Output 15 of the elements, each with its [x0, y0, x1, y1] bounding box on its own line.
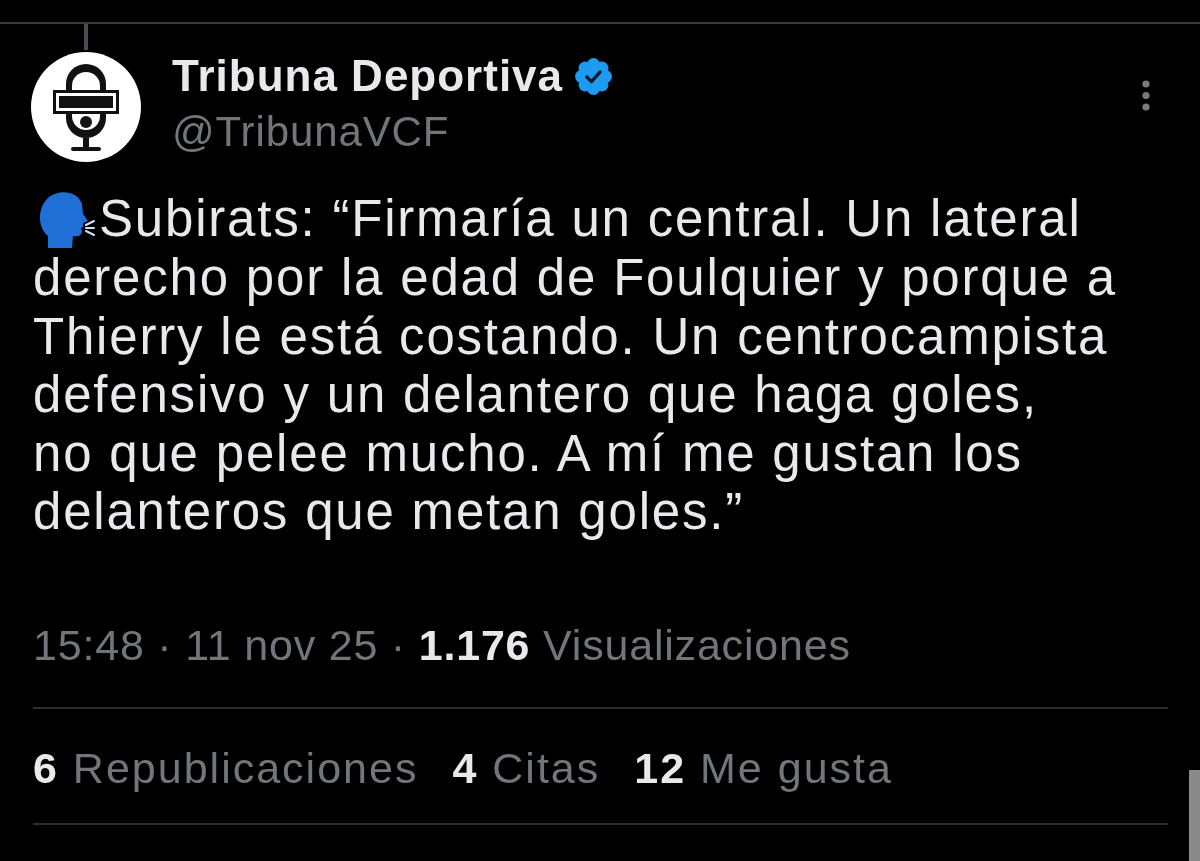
stat-link[interactable]: 4 Citas — [452, 742, 601, 793]
tweet-text-line: Subirats: “Firmaría un central. Un lateral — [99, 189, 1082, 249]
stat-link[interactable]: 12 Me gusta — [634, 742, 893, 793]
tweet-text-line: Thierry le está costando. Un centrocampista — [33, 307, 1109, 366]
more-options-icon[interactable] — [1141, 80, 1151, 111]
tweet-text-line: defensivo y un delantero que haga goles, — [33, 366, 1038, 425]
account-name[interactable]: Tribuna Deportiva — [172, 50, 564, 102]
stat-link[interactable]: 6 Republicaciones — [33, 742, 419, 793]
scrollbar-thumb[interactable] — [1189, 770, 1200, 861]
tweet-text-line: derecho por la edad de Foulquier y porque a — [33, 249, 1117, 308]
microphone-avatar[interactable] — [31, 52, 141, 162]
tweet-text-line: delanteros que metan goles.” — [33, 483, 744, 542]
account-handle[interactable]: @TribunaVCF — [172, 106, 450, 158]
tweet-timestamp-views: 15:48 · 11 nov 25 · 1.176 Visualizaciones — [33, 619, 851, 670]
tweet-text-line: no que pelee mucho. A mí me gustan los — [33, 424, 1023, 483]
